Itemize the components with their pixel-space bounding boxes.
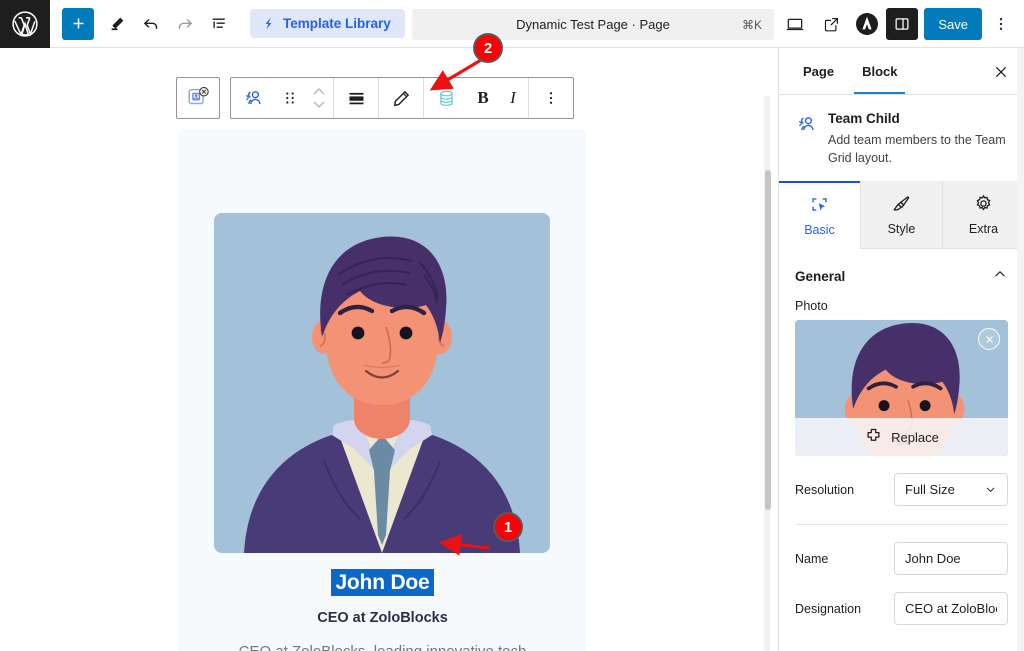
member-name[interactable]: John Doe [178,569,587,596]
tab-block[interactable]: Block [848,48,911,94]
document-title-bar[interactable]: Dynamic Test Page · Page ⌘K [412,9,774,40]
member-bio: CEO at ZoloBlocks, leading innovative te… [208,641,557,651]
cursor-select-icon [809,194,830,218]
dynamic-content-database-icon[interactable] [424,78,468,118]
member-name-text: John Doe [331,569,434,596]
panel-tabs: Basic Style Extra [779,181,1024,250]
block-title: Team Child [828,111,900,126]
block-info-card: Team Child Add team members to the Team … [779,95,1024,181]
block-description: Add team members to the Team Grid layout… [828,133,1006,166]
view-preview-external-icon[interactable] [814,7,848,41]
template-library-icon [265,17,272,30]
list-view-icon[interactable] [202,7,236,41]
bold-icon[interactable]: B [468,78,498,118]
close-icon[interactable] [988,59,1014,85]
edit-pencil-icon[interactable] [379,78,423,118]
select-parent-block-button[interactable] [176,77,220,119]
save-button[interactable]: Save [924,8,982,40]
sidebar-tabs: Page Block [779,48,1024,95]
tab-basic[interactable]: Basic [779,181,860,250]
annotation-badge-1: 1 [493,512,523,542]
avatar[interactable] [214,213,550,553]
top-bar-left-tools: Template Library [50,7,405,41]
resolution-label: Resolution [795,482,855,497]
tab-extra[interactable]: Extra [942,181,1024,250]
photo-preview[interactable]: Replace [795,320,1008,457]
tab-extra-label: Extra [968,222,999,237]
settings-sidebar: Page Block Team Child Add team members t… [778,48,1024,651]
name-field: Name [779,542,1024,576]
tab-style-label: Style [887,222,916,237]
canvas-scrollbar-thumb[interactable] [765,170,771,510]
replace-image-icon [864,426,883,448]
editor-top-bar: Template Library Dynamic Test Page · Pag… [0,0,1024,48]
redo-icon[interactable] [168,7,202,41]
designation-input[interactable] [894,592,1008,626]
general-section-header[interactable]: General [779,249,1024,299]
resolution-field: Resolution Full Size [779,473,1024,507]
template-library-button[interactable]: Template Library [250,9,405,38]
resolution-value: Full Size [905,482,955,498]
team-child-block-icon [795,111,817,167]
field-divider [795,524,1008,526]
editor-canvas: B I Dynamic Content [0,48,770,651]
replace-image-button[interactable]: Replace [795,418,1008,457]
drag-handle-icon[interactable] [275,78,305,118]
resolution-select[interactable]: Full Size [894,473,1008,507]
document-title: Dynamic Test Page · Page [516,17,670,32]
sidebar-scrollbar[interactable] [1017,48,1024,651]
paint-brush-icon [891,193,912,217]
undo-icon[interactable] [134,7,168,41]
team-member-avatar-illustration [214,213,550,553]
view-desktop-icon[interactable] [778,7,812,41]
annotation-badge-2: 2 [473,33,503,63]
name-label: Name [795,551,829,566]
tab-style[interactable]: Style [860,181,942,250]
move-updown-icon[interactable] [305,78,333,118]
settings-sidebar-icon[interactable] [886,8,919,40]
general-section-title: General [795,269,846,285]
photo-field-label: Photo [795,299,828,314]
block-toolbar: B I [176,77,574,119]
replace-label: Replace [891,429,939,445]
tab-basic-label: Basic [804,223,835,238]
member-designation: CEO at ZoloBlocks [317,610,448,626]
top-bar-right-tools: Save [778,0,1018,48]
team-child-block-card[interactable]: John Doe CEO at ZoloBlocks CEO at ZoloBl… [178,129,587,651]
more-options-icon[interactable] [529,78,573,118]
wordpress-logo-icon[interactable] [0,0,50,48]
gear-icon [973,193,994,217]
name-input[interactable] [894,542,1008,576]
select-parent-block-icon [188,86,209,105]
add-block-button[interactable] [62,7,94,40]
designation-field: Designation [779,592,1024,626]
template-library-label: Template Library [283,16,391,31]
chevron-down-icon [986,487,995,493]
more-options-vertical-icon[interactable] [984,7,1018,41]
chevron-up-icon[interactable] [992,266,1008,287]
zoloblocks-icon[interactable] [850,7,884,41]
block-toolbar-main-group: B I [230,77,574,119]
designation-label: Designation [795,601,862,616]
block-type-team-child-icon[interactable] [231,78,275,118]
align-icon[interactable] [334,78,378,118]
tab-page[interactable]: Page [789,48,848,94]
command-shortcut: ⌘K [741,17,762,32]
edit-tools-icon[interactable] [100,7,134,41]
italic-icon[interactable]: I [498,78,528,118]
